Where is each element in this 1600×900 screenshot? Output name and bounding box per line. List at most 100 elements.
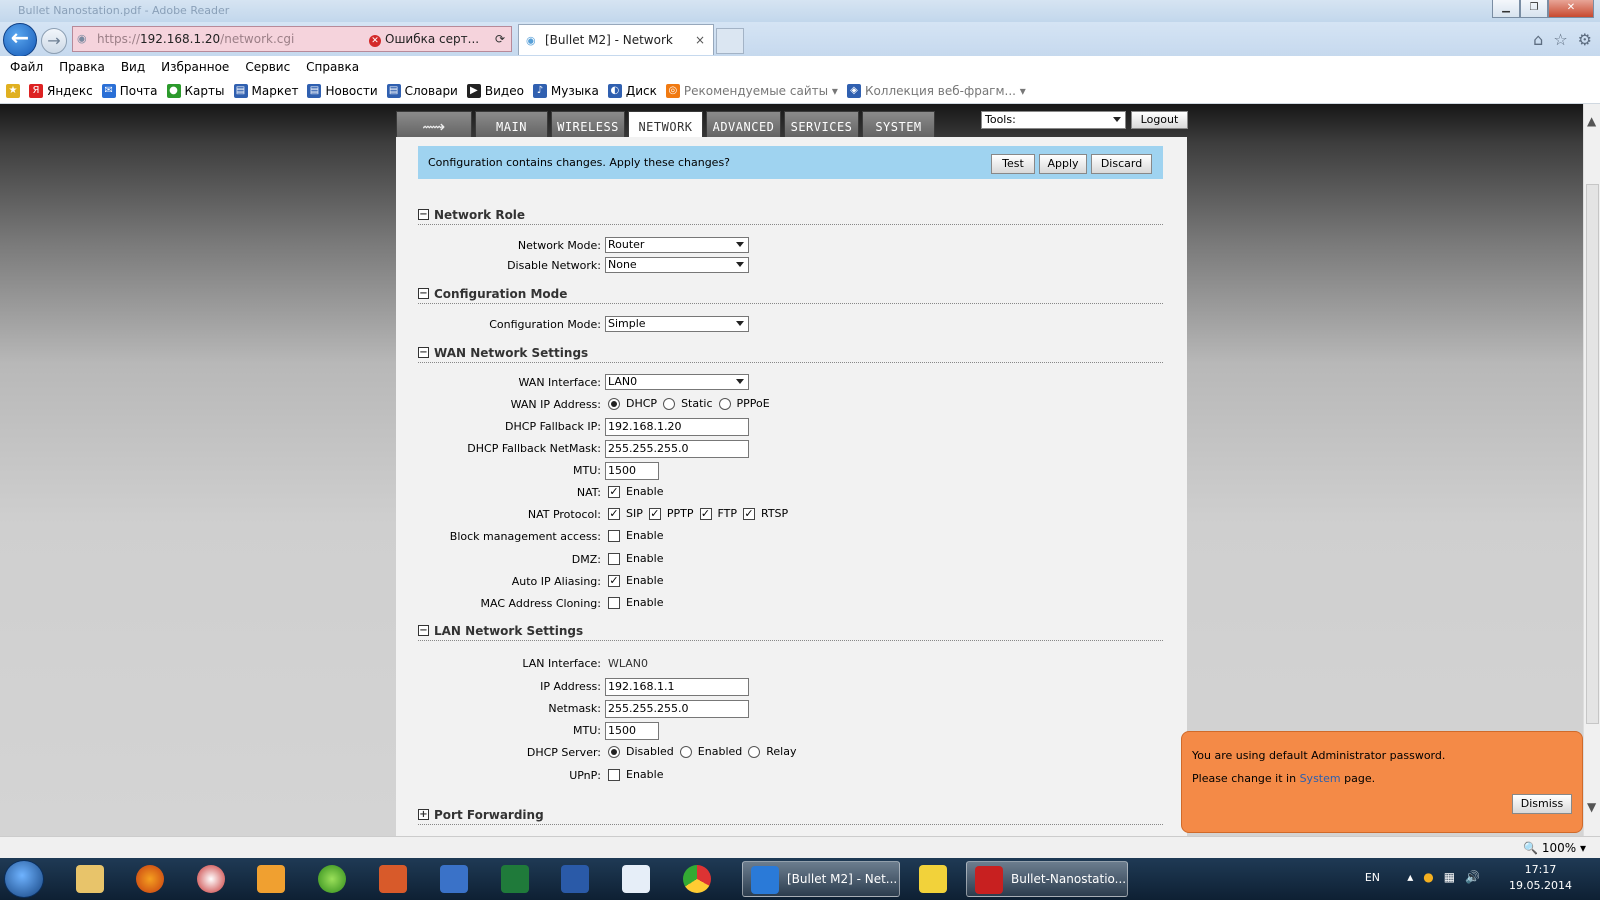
dismiss-button[interactable]: Dismiss: [1512, 794, 1572, 814]
new-tab-button[interactable]: [716, 28, 744, 54]
fav-recommended[interactable]: ◎ Рекомендуемые сайты ▾: [665, 83, 838, 98]
settings-gear-icon[interactable]: ⚙: [1578, 30, 1592, 49]
block-mgmt-checkbox[interactable]: [608, 529, 620, 542]
collapse-icon[interactable]: −: [418, 209, 429, 220]
auto-ip-checkbox[interactable]: ✓: [608, 574, 620, 587]
menu-view[interactable]: Вид: [121, 60, 145, 74]
fav-webslices[interactable]: ◈ Коллекция веб-фрагм... ▾: [846, 83, 1026, 98]
media-player-icon[interactable]: [246, 863, 296, 895]
section-port-forwarding[interactable]: + Port Forwarding: [418, 807, 1163, 825]
wan-static-radio[interactable]: [663, 397, 676, 410]
mac-cloning-checkbox[interactable]: [608, 596, 620, 609]
minimize-button[interactable]: ▁: [1492, 0, 1520, 18]
network-mode-select[interactable]: Router: [605, 237, 749, 253]
volume-icon[interactable]: 🔊: [1465, 870, 1480, 884]
language-indicator[interactable]: EN: [1365, 871, 1380, 884]
close-window-button[interactable]: ✕: [1548, 0, 1594, 18]
wan-mtu-input[interactable]: 1500: [605, 462, 659, 480]
fav-video[interactable]: ▶ Видео: [466, 83, 524, 98]
disable-network-select[interactable]: None: [605, 257, 749, 273]
collapse-icon[interactable]: −: [418, 625, 429, 636]
back-button[interactable]: ←: [3, 23, 37, 57]
fav-dictionaries[interactable]: ▤ Словари: [386, 83, 458, 98]
icq-icon[interactable]: [307, 863, 357, 895]
discard-button[interactable]: Discard: [1091, 154, 1152, 174]
lan-netmask-input[interactable]: 255.255.255.0: [605, 700, 749, 718]
start-button[interactable]: [4, 860, 44, 898]
test-button[interactable]: Test: [991, 154, 1035, 174]
collapse-icon[interactable]: −: [418, 347, 429, 358]
fav-maps[interactable]: ● Карты: [166, 83, 225, 98]
lan-mtu-input[interactable]: 1500: [605, 722, 659, 740]
menu-file[interactable]: Файл: [10, 60, 43, 74]
nat-pptp-checkbox[interactable]: ✓: [648, 507, 661, 520]
fav-market[interactable]: ▤ Маркет: [233, 83, 298, 98]
dmz-checkbox[interactable]: [608, 552, 620, 565]
zoom-control[interactable]: 🔍 100% ▾: [1523, 841, 1586, 855]
batman-app-icon[interactable]: [908, 863, 958, 895]
wan-dhcp-radio[interactable]: [608, 397, 620, 410]
document-icon[interactable]: [611, 863, 661, 895]
dhcp-relay-radio[interactable]: [748, 745, 761, 758]
system-clock[interactable]: 17:17 19.05.2014: [1509, 862, 1572, 894]
config-mode-select[interactable]: Simple: [605, 316, 749, 332]
firefox-icon[interactable]: [125, 863, 175, 895]
lan-ip-input[interactable]: 192.168.1.1: [605, 678, 749, 696]
system-page-link[interactable]: System: [1300, 772, 1341, 785]
wan-pppoe-radio[interactable]: [718, 397, 731, 410]
browser-tab[interactable]: ◉ [Bullet M2] - Network ×: [518, 24, 714, 55]
fav-disk[interactable]: ◐ Диск: [607, 83, 657, 98]
dhcp-enabled-radio[interactable]: [679, 745, 692, 758]
close-tab-icon[interactable]: ×: [695, 25, 705, 55]
tools-select[interactable]: Tools:: [981, 111, 1126, 129]
taskbar-ie-window[interactable]: [Bullet M2] - Net...: [742, 861, 900, 897]
nat-ftp-checkbox[interactable]: ✓: [699, 507, 712, 520]
section-configuration-mode[interactable]: − Configuration Mode: [418, 286, 1163, 304]
network-icon[interactable]: ▦: [1444, 870, 1455, 884]
chrome-alt-icon[interactable]: [186, 863, 236, 895]
virtualbox-icon[interactable]: [429, 863, 479, 895]
refresh-icon[interactable]: ⟳: [495, 27, 505, 51]
favorites-star-icon[interactable]: ☆: [1553, 30, 1567, 49]
dhcp-fallback-ip-input[interactable]: 192.168.1.20: [605, 418, 749, 436]
scroll-up-icon[interactable]: ▲: [1587, 114, 1596, 128]
tool-icon[interactable]: [368, 863, 418, 895]
nat-checkbox[interactable]: ✓: [608, 485, 620, 498]
scrollbar-thumb[interactable]: [1586, 184, 1599, 724]
menu-favorites[interactable]: Избранное: [161, 60, 229, 74]
menu-edit[interactable]: Правка: [59, 60, 105, 74]
fav-news[interactable]: ▤ Новости: [307, 83, 378, 98]
dhcp-fallback-netmask-input[interactable]: 255.255.255.0: [605, 440, 749, 458]
home-icon[interactable]: ⌂: [1533, 30, 1543, 49]
show-hidden-icons-icon[interactable]: ▴: [1407, 870, 1413, 884]
forward-button[interactable]: →: [41, 28, 67, 54]
logout-button[interactable]: Logout: [1131, 111, 1188, 129]
taskbar-pdf-window[interactable]: Bullet-Nanostatio...: [966, 861, 1128, 897]
fav-mail[interactable]: ✉ Почта: [101, 83, 158, 98]
certificate-error[interactable]: ✕ Ошибка серт...: [369, 27, 479, 51]
menu-tools[interactable]: Сервис: [245, 60, 290, 74]
explorer-icon[interactable]: [65, 863, 115, 895]
wan-interface-select[interactable]: LAN0: [605, 374, 749, 390]
section-network-role[interactable]: − Network Role: [418, 207, 1163, 225]
fav-music[interactable]: ♪ Музыка: [532, 83, 599, 98]
section-wan-settings[interactable]: − WAN Network Settings: [418, 345, 1163, 363]
chrome-icon[interactable]: [672, 863, 722, 895]
apply-button[interactable]: Apply: [1039, 154, 1087, 174]
nat-sip-checkbox[interactable]: ✓: [608, 507, 620, 520]
expand-icon[interactable]: +: [418, 809, 429, 820]
favorites-star-icon[interactable]: ★: [6, 83, 20, 98]
collapse-icon[interactable]: −: [418, 288, 429, 299]
menu-help[interactable]: Справка: [306, 60, 359, 74]
scroll-down-icon[interactable]: ▼: [1587, 800, 1596, 814]
fav-yandex[interactable]: Я Яндекс: [29, 83, 93, 98]
section-lan-settings[interactable]: − LAN Network Settings: [418, 623, 1163, 641]
maximize-button[interactable]: ❐: [1520, 0, 1548, 18]
address-bar[interactable]: ◉ https://192.168.1.20/network.cgi ✕ Ошиб…: [72, 26, 512, 52]
tray-app-icon[interactable]: ●: [1423, 870, 1433, 884]
upnp-checkbox[interactable]: [608, 768, 620, 781]
dhcp-disabled-radio[interactable]: [608, 745, 620, 758]
page-scrollbar[interactable]: ▲ ▼: [1583, 104, 1600, 836]
nat-rtsp-checkbox[interactable]: ✓: [743, 507, 755, 520]
word-icon[interactable]: [550, 863, 600, 895]
